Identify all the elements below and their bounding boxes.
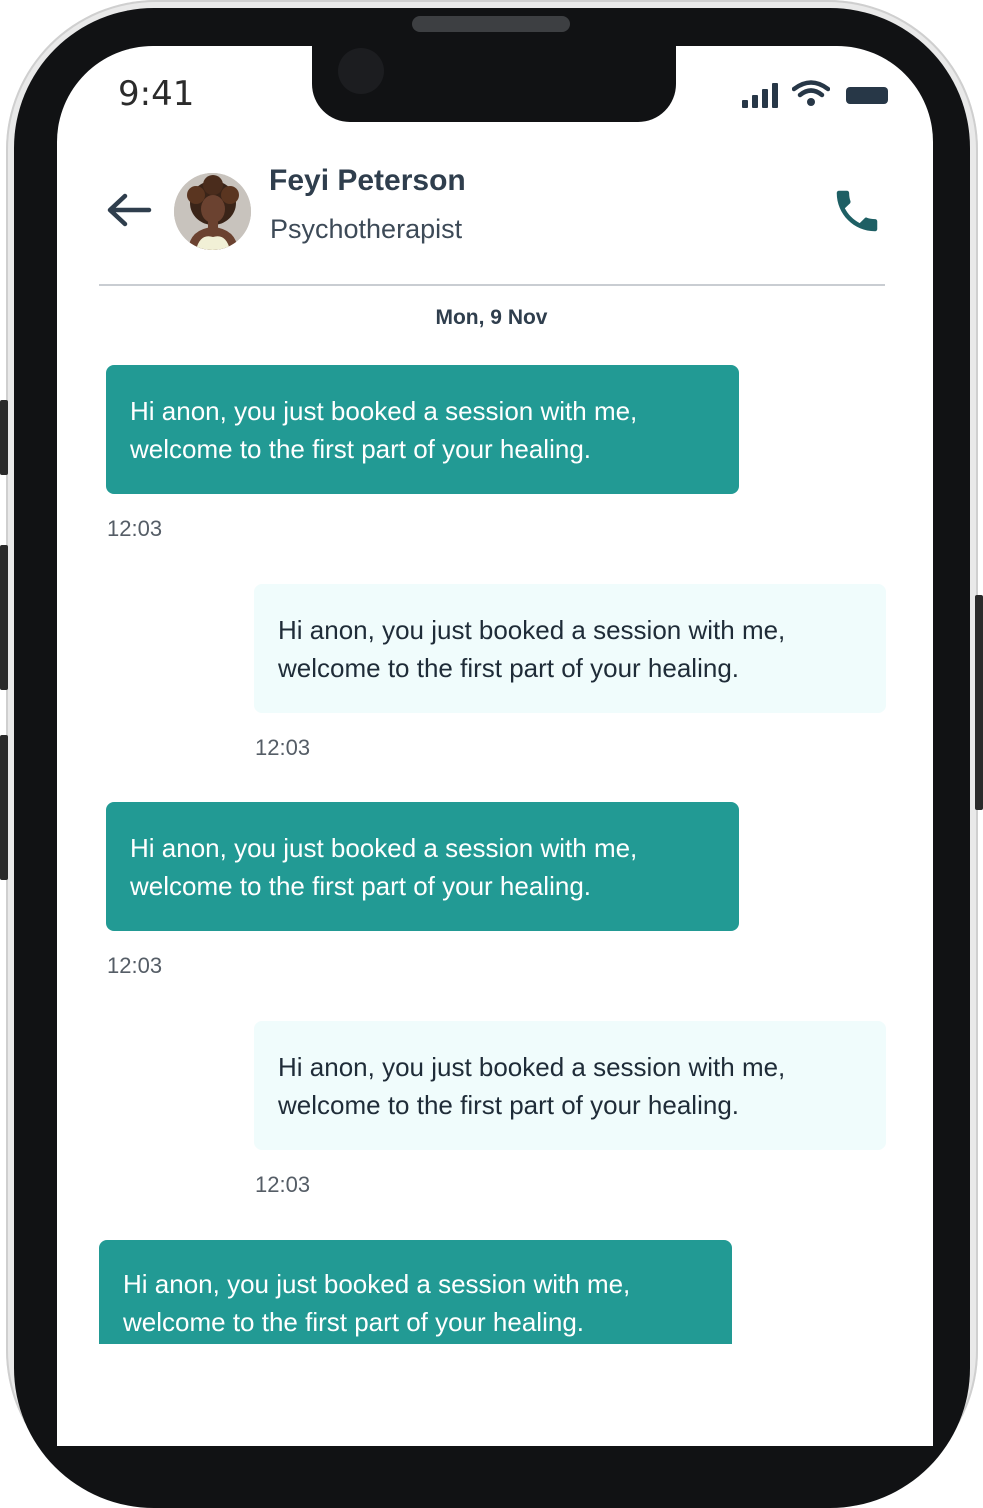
side-button-left-2 — [0, 545, 8, 690]
side-button-left-1 — [0, 400, 8, 475]
message-text: Hi anon, you just booked a session with … — [278, 1051, 786, 1120]
message-bubble-incoming[interactable]: Hi anon, you just booked a session with … — [106, 365, 739, 494]
status-time: 9:41 — [118, 74, 195, 114]
message-bubble-incoming[interactable]: Hi anon, you just booked a session with … — [106, 802, 739, 931]
contact-name[interactable]: Feyi Peterson — [269, 164, 466, 198]
speaker-grille — [412, 16, 570, 32]
message-text: Hi anon, you just booked a session with … — [278, 614, 786, 683]
message-bubble-outgoing[interactable]: Hi anon, you just booked a session with … — [254, 1021, 886, 1150]
side-button-right — [975, 595, 983, 810]
wifi-icon — [792, 80, 830, 106]
message-time: 12:03 — [255, 735, 311, 760]
screen — [57, 46, 933, 1446]
avatar-image — [174, 173, 251, 250]
battery-icon — [846, 87, 888, 104]
contact-role: Psychotherapist — [270, 214, 463, 244]
message-time: 12:03 — [255, 1172, 311, 1197]
side-button-left-3 — [0, 735, 8, 880]
signal-icon — [740, 80, 780, 108]
message-text: Hi anon, you just booked a session with … — [130, 832, 638, 901]
message-text: Hi anon, you just booked a session with … — [123, 1269, 631, 1337]
avatar[interactable] — [174, 173, 251, 250]
message-bubble-incoming[interactable]: Hi anon, you just booked a session with … — [99, 1240, 732, 1344]
back-arrow-icon[interactable] — [103, 190, 153, 230]
header-divider — [99, 284, 885, 286]
message-time: 12:03 — [107, 516, 163, 541]
message-text: Hi anon, you just booked a session with … — [130, 395, 638, 464]
message-time: 12:03 — [107, 953, 163, 978]
phone-icon[interactable] — [830, 184, 884, 238]
front-camera — [338, 48, 384, 94]
message-bubble-outgoing[interactable]: Hi anon, you just booked a session with … — [254, 584, 886, 713]
date-separator: Mon, 9 Nov — [435, 306, 548, 329]
